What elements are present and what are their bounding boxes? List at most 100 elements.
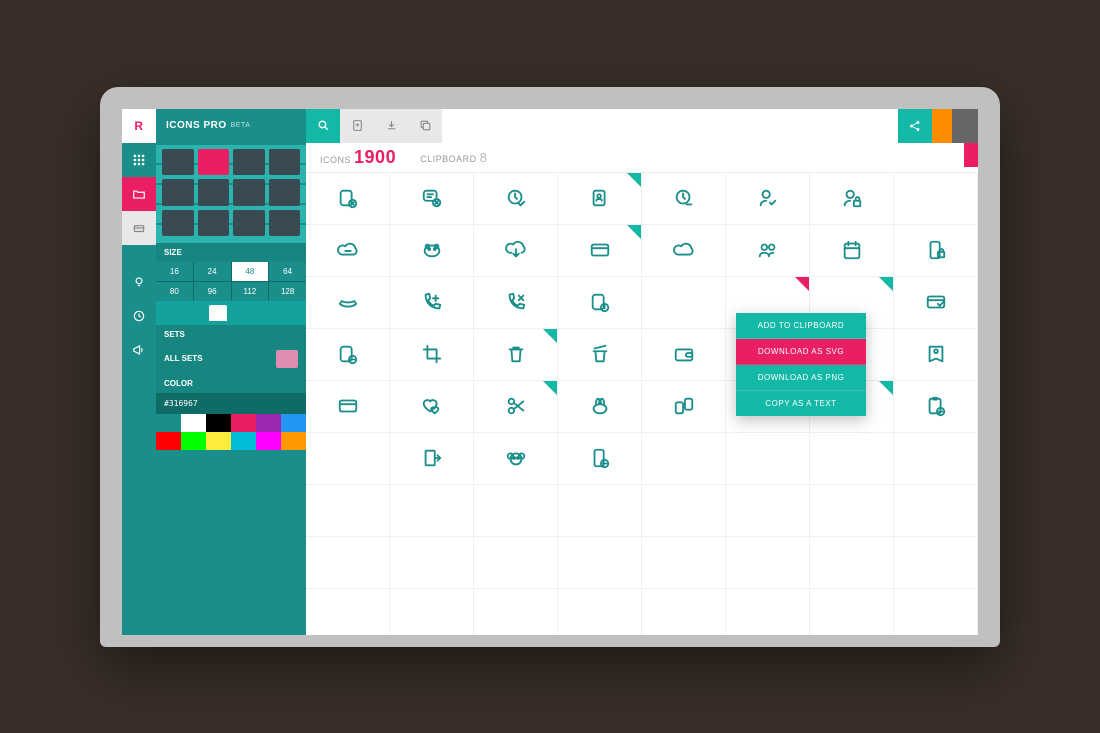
icon-cell-wallet[interactable] — [642, 329, 726, 381]
icon-cell-clock-check[interactable] — [474, 173, 558, 225]
icon-cell-blank[interactable] — [642, 537, 726, 589]
icon-cell-blank[interactable] — [642, 589, 726, 635]
icon-cell-box-info[interactable] — [558, 277, 642, 329]
icon-cell-user-check[interactable] — [726, 173, 810, 225]
swatch-9[interactable] — [231, 432, 256, 450]
icon-cell-crop[interactable] — [390, 329, 474, 381]
icon-cell-phone-lock[interactable] — [894, 225, 978, 277]
menu-item-0[interactable]: ADD TO CLIPBOARD — [736, 313, 866, 339]
icon-cell-blank[interactable] — [474, 537, 558, 589]
swatch-5[interactable] — [281, 414, 306, 432]
icon-cell-box-close[interactable] — [306, 173, 390, 225]
icon-cell-comment-delete[interactable] — [390, 173, 474, 225]
share-button[interactable] — [898, 109, 932, 143]
icon-cell-blank[interactable] — [810, 589, 894, 635]
icon-cell-blank[interactable] — [306, 589, 390, 635]
icon-cell-blank[interactable] — [894, 589, 978, 635]
icon-cell-phone-down[interactable] — [306, 277, 390, 329]
icon-cell-calendar[interactable] — [810, 225, 894, 277]
all-sets-row[interactable]: ALL SETS — [156, 344, 306, 374]
icon-cell-blank[interactable] — [642, 433, 726, 485]
rail-grid-icon[interactable] — [122, 143, 156, 177]
icon-cell-blank[interactable] — [810, 485, 894, 537]
swatch-7[interactable] — [181, 432, 206, 450]
icon-cell-blank[interactable] — [474, 485, 558, 537]
icon-cell-blank[interactable] — [726, 433, 810, 485]
clipboard-tab[interactable] — [964, 143, 978, 167]
icon-cell-blank[interactable] — [894, 537, 978, 589]
menu-item-3[interactable]: COPY AS A TEXT — [736, 391, 866, 416]
swatch-4[interactable] — [256, 414, 281, 432]
icon-cell-blank[interactable] — [558, 537, 642, 589]
size-24[interactable]: 24 — [194, 262, 231, 281]
rail-drive-icon[interactable] — [122, 211, 156, 245]
icon-cell-blank[interactable] — [642, 277, 726, 329]
swatch-8[interactable] — [206, 432, 231, 450]
menu-item-2[interactable]: DOWNLOAD AS PNG — [736, 365, 866, 391]
icon-cell-clock-minus[interactable] — [642, 173, 726, 225]
size-16[interactable]: 16 — [156, 262, 193, 281]
swatch-3[interactable] — [231, 414, 256, 432]
icon-cell-hippo[interactable] — [390, 225, 474, 277]
swatch-0[interactable] — [156, 414, 181, 432]
icon-cell-blank[interactable] — [810, 433, 894, 485]
icon-cell-trash[interactable] — [474, 329, 558, 381]
avatar[interactable] — [952, 109, 978, 143]
icon-cell-clipboard-user[interactable] — [558, 173, 642, 225]
icon-cell-users[interactable] — [726, 225, 810, 277]
icon-cell-user-lock[interactable] — [810, 173, 894, 225]
rail-megaphone-icon[interactable] — [122, 333, 156, 367]
download-button[interactable] — [374, 109, 408, 143]
app-logo[interactable]: R — [122, 109, 156, 143]
size-slider[interactable] — [156, 301, 306, 325]
icon-cell-clipboard-minus[interactable] — [894, 381, 978, 433]
size-48[interactable]: 48 — [232, 262, 269, 281]
search-button[interactable] — [306, 109, 340, 143]
notification-strip[interactable] — [932, 109, 952, 143]
icon-cell-blank[interactable] — [390, 537, 474, 589]
rail-bulb-icon[interactable] — [122, 265, 156, 299]
size-80[interactable]: 80 — [156, 282, 193, 301]
swatch-11[interactable] — [281, 432, 306, 450]
icon-cell-box-group[interactable] — [642, 381, 726, 433]
icon-cell-cloud[interactable] — [642, 225, 726, 277]
icon-cell-book-user[interactable] — [894, 329, 978, 381]
swatch-1[interactable] — [181, 414, 206, 432]
icon-cell-cloud-minus[interactable] — [306, 225, 390, 277]
icon-cell-card-check[interactable] — [894, 277, 978, 329]
swatch-2[interactable] — [206, 414, 231, 432]
icon-cell-phone-plus[interactable] — [390, 277, 474, 329]
swatch-10[interactable] — [256, 432, 281, 450]
icon-cell-blank[interactable] — [558, 485, 642, 537]
icon-cell-rabbit[interactable] — [558, 381, 642, 433]
size-64[interactable]: 64 — [269, 262, 306, 281]
icon-cell-blank[interactable] — [810, 537, 894, 589]
icon-cell-monkey[interactable] — [474, 433, 558, 485]
icon-cell-blank[interactable] — [726, 485, 810, 537]
rail-clock-icon[interactable] — [122, 299, 156, 333]
size-128[interactable]: 128 — [269, 282, 306, 301]
icon-cell-blank[interactable] — [894, 485, 978, 537]
icon-cell-trash-open[interactable] — [558, 329, 642, 381]
icon-cell-scissors[interactable] — [474, 381, 558, 433]
icon-cell-blank[interactable] — [306, 485, 390, 537]
icon-cell-blank[interactable] — [474, 589, 558, 635]
icon-cell-phone-close[interactable] — [474, 277, 558, 329]
icon-cell-door-exit[interactable] — [390, 433, 474, 485]
color-hex-input[interactable]: #316967 — [156, 393, 306, 414]
menu-item-1[interactable]: DOWNLOAD AS SVG — [736, 339, 866, 365]
icon-cell-blank[interactable] — [726, 589, 810, 635]
icon-cell-blank[interactable] — [894, 433, 978, 485]
icon-cell-blank[interactable] — [390, 485, 474, 537]
icon-cell-card-chip[interactable] — [306, 381, 390, 433]
icon-cell-blank[interactable] — [390, 589, 474, 635]
icon-cell-blank[interactable] — [306, 433, 390, 485]
icon-cell-blank[interactable] — [306, 537, 390, 589]
size-112[interactable]: 112 — [232, 282, 269, 301]
icon-cell-blank[interactable] — [642, 485, 726, 537]
icon-cell-blank[interactable] — [558, 589, 642, 635]
add-file-button[interactable] — [340, 109, 374, 143]
icon-cell-phone-minus[interactable] — [558, 433, 642, 485]
swatch-6[interactable] — [156, 432, 181, 450]
size-96[interactable]: 96 — [194, 282, 231, 301]
